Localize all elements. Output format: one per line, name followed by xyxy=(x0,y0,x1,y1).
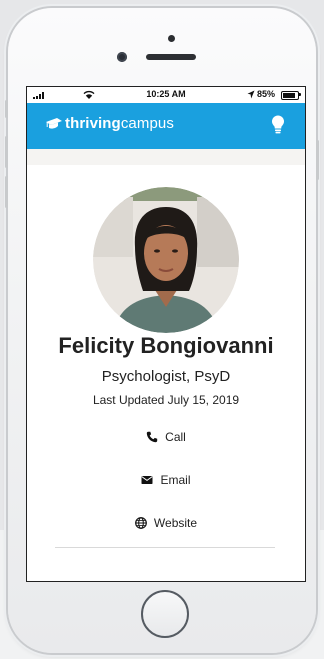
globe-icon xyxy=(135,517,147,529)
battery-level-fill xyxy=(283,93,295,98)
profile-photo xyxy=(93,187,239,333)
phone-icon xyxy=(146,431,158,443)
battery-percent: 85% xyxy=(257,89,276,99)
call-label: Call xyxy=(165,430,186,444)
app-header: thriving campus xyxy=(27,103,305,149)
battery-cap xyxy=(299,93,301,96)
email-label: Email xyxy=(160,473,191,487)
battery-icon xyxy=(281,91,299,100)
call-button[interactable]: Call xyxy=(27,428,305,446)
profile-name: Felicity Bongiovanni xyxy=(58,333,274,358)
front-camera xyxy=(117,52,127,62)
last-updated-text: Last Updated July 15, 2019 xyxy=(92,393,240,407)
header-shadow-strip xyxy=(27,149,305,165)
profile-title: Psychologist, PsyD xyxy=(101,368,231,385)
phone-screen: 10:25 AM 85% thriving campus Felicity Bo… xyxy=(26,86,306,582)
mortarboard-icon xyxy=(46,117,62,129)
email-button[interactable]: Email xyxy=(27,471,305,489)
thrivingcampus-logo[interactable]: thriving campus xyxy=(45,115,174,132)
proximity-sensor xyxy=(168,35,175,42)
location-arrow-icon xyxy=(247,90,255,99)
website-button[interactable]: Website xyxy=(27,514,305,532)
envelope-icon xyxy=(141,476,153,484)
earpiece-speaker xyxy=(146,54,196,60)
lightbulb-icon[interactable] xyxy=(269,114,287,136)
home-button[interactable] xyxy=(141,590,189,638)
logo-text-thriving: thriving xyxy=(65,115,121,132)
status-bar: 10:25 AM 85% xyxy=(27,87,305,103)
section-divider xyxy=(55,547,275,548)
logo-text-campus: campus xyxy=(120,115,174,132)
power-button xyxy=(316,140,319,180)
volume-down-button xyxy=(5,176,8,208)
mute-switch xyxy=(5,100,8,118)
volume-up-button xyxy=(5,136,8,168)
website-label: Website xyxy=(153,516,198,530)
